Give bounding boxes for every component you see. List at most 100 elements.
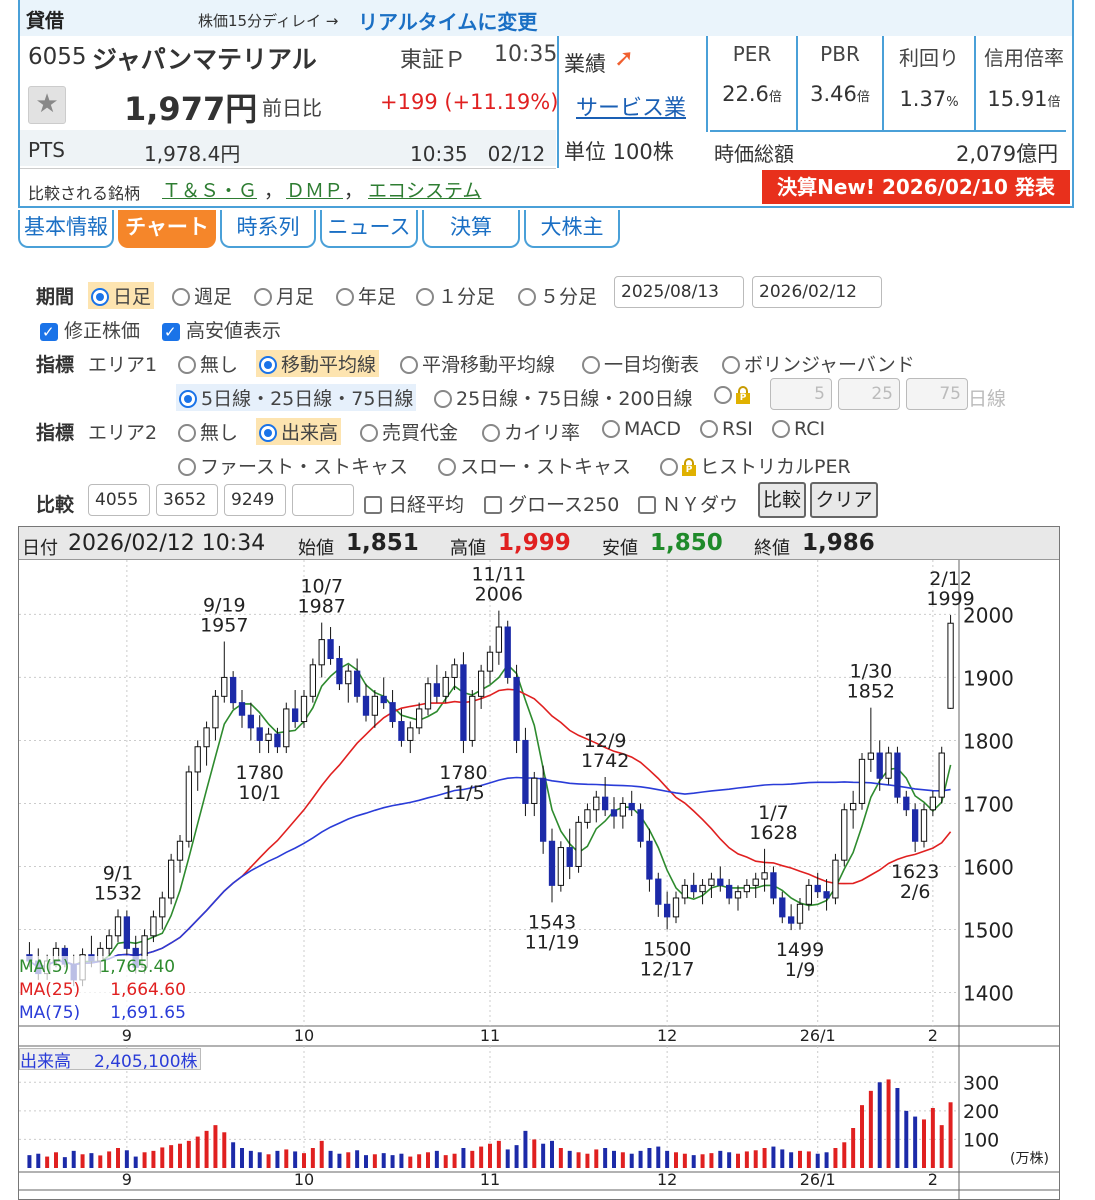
price-change: +199 (+11.19%) xyxy=(380,90,559,114)
ma-input-mid[interactable]: 25 xyxy=(838,378,900,410)
volume-bar xyxy=(647,1148,652,1168)
volume-bar xyxy=(426,1152,430,1168)
tab-label: チャート xyxy=(125,215,209,239)
candle-body xyxy=(646,840,653,880)
area2-rci[interactable]: RCI xyxy=(772,418,825,440)
area1-smoothed-ma[interactable]: 平滑移動平均線 xyxy=(400,350,555,377)
area2-deviation[interactable]: カイリ率 xyxy=(482,418,580,445)
annotation-date: 2/6 xyxy=(900,881,931,903)
compare-stock-link[interactable]: エコシステム xyxy=(368,176,481,203)
candle-body xyxy=(947,622,954,709)
candle-body xyxy=(300,695,308,723)
metric-unit: 倍 xyxy=(856,90,870,105)
realtime-link[interactable]: リアルタイムに変更 xyxy=(358,6,537,35)
compare-nikkei[interactable]: 日経平均 xyxy=(364,490,464,517)
candle-body xyxy=(938,752,945,798)
ma-input-long[interactable]: 75 xyxy=(906,378,968,410)
candle-body xyxy=(619,802,627,817)
area1-bollinger[interactable]: ボリンジャーバンド xyxy=(722,350,915,377)
volume-bar xyxy=(550,1140,554,1168)
loan-badge: 貸借 xyxy=(26,10,65,32)
annotation-date: 11/5 xyxy=(442,782,485,804)
period-daily[interactable]: 日足 xyxy=(88,282,155,309)
adjusted-price-checkbox[interactable]: 修正株価 xyxy=(40,316,140,343)
volume-bar xyxy=(310,1148,315,1168)
ma-legend-name: MA(5) xyxy=(19,957,70,977)
compare-code-input[interactable]: 9249 xyxy=(224,484,286,516)
area1-label: エリア1 xyxy=(88,354,158,376)
compare-growth250[interactable]: グロース250 xyxy=(484,490,619,517)
area2-historical-per[interactable]: ヒストリカルPER xyxy=(660,452,851,479)
candle-body xyxy=(734,891,742,899)
metric-cell: 利回り 1.37% xyxy=(882,36,974,130)
volume-bar xyxy=(603,1148,608,1168)
date-from-input[interactable]: 2025/08/13 xyxy=(614,276,744,308)
volume-bar xyxy=(629,1153,634,1168)
area1-moving-average[interactable]: 移動平均線 xyxy=(256,350,380,377)
area2-fast-stoch[interactable]: ファースト・ストキャス xyxy=(178,452,408,479)
annotation-value: 1742 xyxy=(581,750,629,772)
tab-basic-info[interactable]: 基本情報 xyxy=(18,210,114,248)
period-5min[interactable]: ５分足 xyxy=(518,282,597,309)
ma-custom[interactable] xyxy=(714,384,754,406)
tab-earnings[interactable]: 決算 xyxy=(422,210,520,248)
period-weekly[interactable]: 週足 xyxy=(172,282,232,309)
tab-news[interactable]: ニュース xyxy=(320,210,418,248)
period-monthly[interactable]: 月足 xyxy=(254,282,314,309)
candle-body xyxy=(610,809,618,817)
candle-body xyxy=(752,878,759,886)
area1-none[interactable]: 無し xyxy=(178,350,238,377)
area2-turnover[interactable]: 売買代金 xyxy=(360,418,458,445)
candlestick-chart: 1400150016001700180019002000991010111112… xyxy=(19,560,1059,1200)
compare-stock-link[interactable]: ＤＭＰ xyxy=(286,176,343,203)
highlow-checkbox[interactable]: 高安値表示 xyxy=(162,316,281,343)
volume-bar xyxy=(364,1155,368,1168)
area2-slow-stoch[interactable]: スロー・ストキャス xyxy=(438,452,631,479)
compare-code-input[interactable] xyxy=(292,484,354,516)
ma-legend: MA(5) 1,765.40 MA(25) 1,664.60 MA(75) 1,691.6… xyxy=(19,956,186,1025)
annotation-value: 1543 xyxy=(528,911,576,933)
volume-bar xyxy=(612,1150,616,1168)
option-label: 平滑移動平均線 xyxy=(422,354,556,376)
candle-body xyxy=(203,727,210,748)
ma-input-short[interactable]: 5 xyxy=(770,378,832,410)
ma-legend-item: MA(5) 1,765.40 xyxy=(19,956,186,979)
compare-stock-link[interactable]: Ｔ＆Ｓ・Ｇ xyxy=(162,176,257,203)
area2-volume[interactable]: 出来高 xyxy=(256,418,342,445)
metric-cell: 信用倍率 15.91倍 xyxy=(974,36,1072,130)
period-yearly[interactable]: 年足 xyxy=(336,282,396,309)
date-to-input[interactable]: 2026/02/12 xyxy=(752,276,882,308)
compare-button[interactable]: 比較 xyxy=(758,482,806,518)
favorite-button[interactable]: ★ xyxy=(28,86,66,124)
area2-none[interactable]: 無し xyxy=(178,418,238,445)
tab-timeseries[interactable]: 時系列 xyxy=(220,210,316,248)
area2-macd[interactable]: MACD xyxy=(602,418,681,440)
candle-body xyxy=(557,847,565,886)
ma-25-75-200[interactable]: 25日線・75日線・200日線 xyxy=(434,384,693,411)
volume-bar xyxy=(461,1148,466,1168)
volume-bar xyxy=(98,1155,103,1168)
area1-ichimoku[interactable]: 一目均衡表 xyxy=(582,350,699,377)
volume-bar xyxy=(541,1143,546,1168)
volume-bar xyxy=(178,1143,182,1168)
compare-code-input[interactable]: 3652 xyxy=(156,484,218,516)
tab-shareholders[interactable]: 大株主 xyxy=(524,210,620,248)
radio-icon xyxy=(416,288,434,306)
volume-bar xyxy=(443,1155,448,1168)
clear-button[interactable]: クリア xyxy=(810,482,878,518)
compare-code-input[interactable]: 4055 xyxy=(88,484,150,516)
tab-chart[interactable]: チャート xyxy=(118,210,216,248)
radio-icon xyxy=(178,458,196,476)
compare-nydow[interactable]: ＮＹダウ xyxy=(638,490,738,517)
ma-5-25-75[interactable]: 5日線・25日線・75日線 xyxy=(176,384,417,411)
candle-body xyxy=(504,626,511,678)
radio-icon xyxy=(360,424,378,442)
checkbox-icon xyxy=(638,496,656,514)
kessan-badge[interactable]: 決算New! 2026/02/10 発表 xyxy=(762,170,1070,204)
compare-section-label: 比較 xyxy=(36,494,75,516)
area2-rsi[interactable]: RSI xyxy=(700,418,753,440)
x-tick-label: 26/1 xyxy=(800,1170,836,1189)
option-label: ボリンジャーバンド xyxy=(744,354,915,376)
period-1min[interactable]: １分足 xyxy=(416,282,495,309)
sector-link[interactable]: サービス業 xyxy=(576,90,686,122)
